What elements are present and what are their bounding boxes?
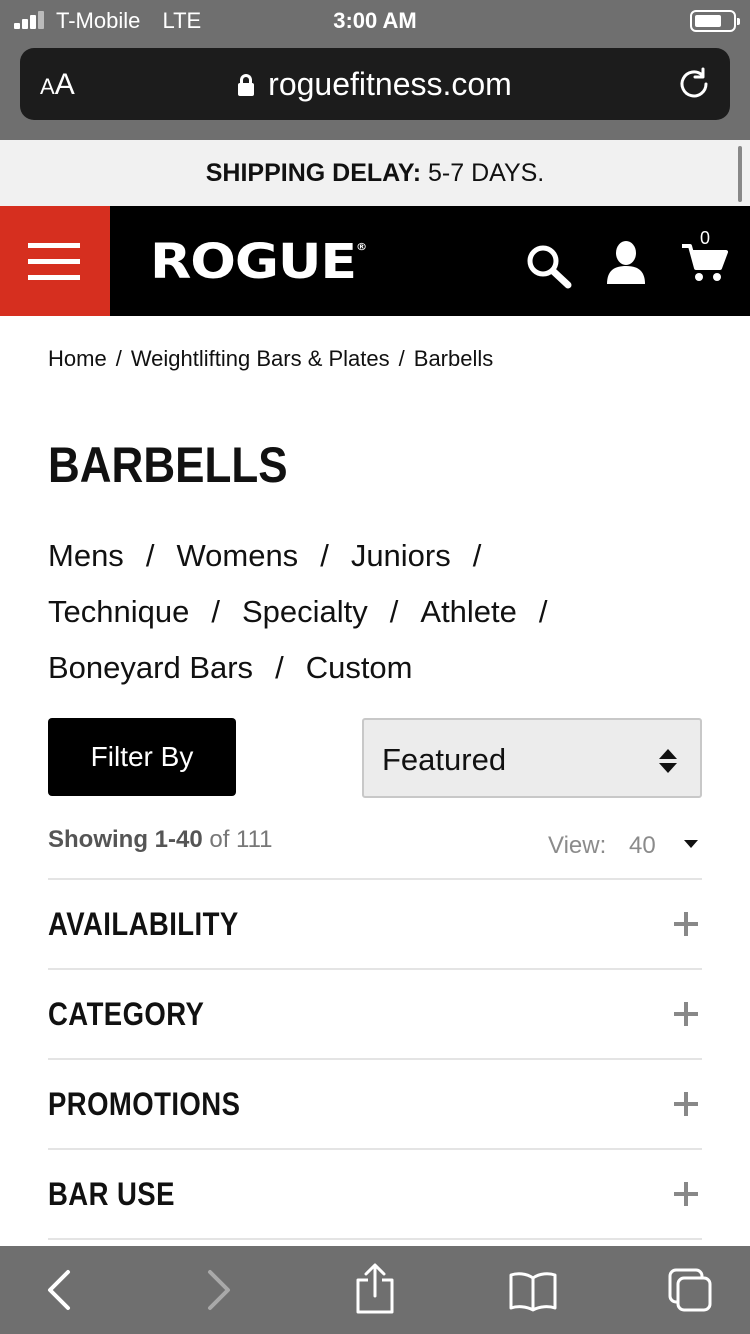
plus-icon	[674, 1092, 698, 1116]
address-bar[interactable]: AA roguefitness.com	[20, 48, 730, 120]
breadcrumb-barbells: Barbells	[413, 346, 494, 371]
tabs-icon[interactable]	[666, 1266, 714, 1314]
select-arrows-icon	[659, 749, 677, 773]
user-icon[interactable]	[605, 240, 647, 284]
sort-selected-value: Featured	[382, 742, 507, 777]
share-icon[interactable]	[354, 1262, 396, 1314]
subcategory-boneyard-bars[interactable]: Boneyard Bars	[48, 650, 253, 685]
results-count: Showing 1-40 of 111	[48, 826, 273, 853]
caret-down-icon[interactable]	[684, 840, 698, 848]
shipping-delay-label: SHIPPING DELAY:	[205, 159, 422, 187]
plus-icon	[674, 1002, 698, 1026]
page-title: BARBELLS	[48, 437, 288, 493]
cart-count-badge: 0	[700, 228, 711, 248]
chevron-right-icon[interactable]	[204, 1268, 234, 1312]
plus-icon	[674, 1182, 698, 1206]
sort-select[interactable]: Featured	[362, 718, 702, 798]
site-header: ROGUE® 0	[0, 206, 750, 316]
facet-promotions[interactable]: PROMOTIONS	[48, 1058, 702, 1148]
subcategory-custom[interactable]: Custom	[306, 650, 413, 685]
subcategory-mens[interactable]: Mens	[48, 538, 124, 573]
chevron-left-icon[interactable]	[44, 1268, 74, 1312]
subcategory-athlete[interactable]: Athlete	[420, 594, 517, 629]
facet-category[interactable]: CATEGORY	[48, 968, 702, 1058]
lock-icon	[238, 74, 255, 96]
filter-by-button[interactable]: Filter By	[48, 718, 236, 796]
status-bar: T-Mobile LTE 3:00 AM	[0, 0, 750, 40]
subcategory-links: Mens / Womens / Juniors / Technique / Specialty…	[48, 538, 548, 685]
facet-availability[interactable]: AVAILABILITY	[48, 878, 702, 968]
url-display[interactable]: roguefitness.com	[20, 66, 730, 103]
browser-chrome-top: T-Mobile LTE 3:00 AM AA roguefitness.com	[0, 0, 750, 140]
subcategory-technique[interactable]: Technique	[48, 594, 189, 629]
view-label: View:	[548, 832, 607, 859]
view-per-page-select[interactable]: 40	[629, 832, 656, 860]
facet-bar-use[interactable]: BAR USE	[48, 1148, 702, 1238]
breadcrumb-weightlifting-bars-plates[interactable]: Weightlifting Bars & Plates	[131, 346, 390, 371]
breadcrumb: Home / Weightlifting Bars & Plates / Barbell…	[48, 346, 494, 371]
menu-button[interactable]	[0, 206, 110, 316]
plus-icon	[674, 912, 698, 936]
subcategory-juniors[interactable]: Juniors	[351, 538, 451, 573]
subcategory-specialty[interactable]: Specialty	[242, 594, 368, 629]
browser-toolbar	[0, 1246, 750, 1334]
subcategory-womens[interactable]: Womens	[176, 538, 298, 573]
battery-icon	[690, 10, 740, 32]
book-icon[interactable]	[508, 1270, 558, 1312]
shipping-delay-banner: SHIPPING DELAY: 5-7 DAYS.	[0, 140, 750, 206]
reload-icon[interactable]	[676, 66, 712, 102]
url-text: roguefitness.com	[268, 66, 512, 102]
scroll-indicator	[738, 146, 742, 202]
status-time: 3:00 AM	[333, 8, 417, 33]
breadcrumb-home[interactable]: Home	[48, 346, 107, 371]
rogue-logo[interactable]: ROGUE®	[150, 234, 367, 290]
search-icon[interactable]	[524, 242, 572, 290]
shipping-delay-value: 5-7 DAYS.	[421, 159, 545, 187]
